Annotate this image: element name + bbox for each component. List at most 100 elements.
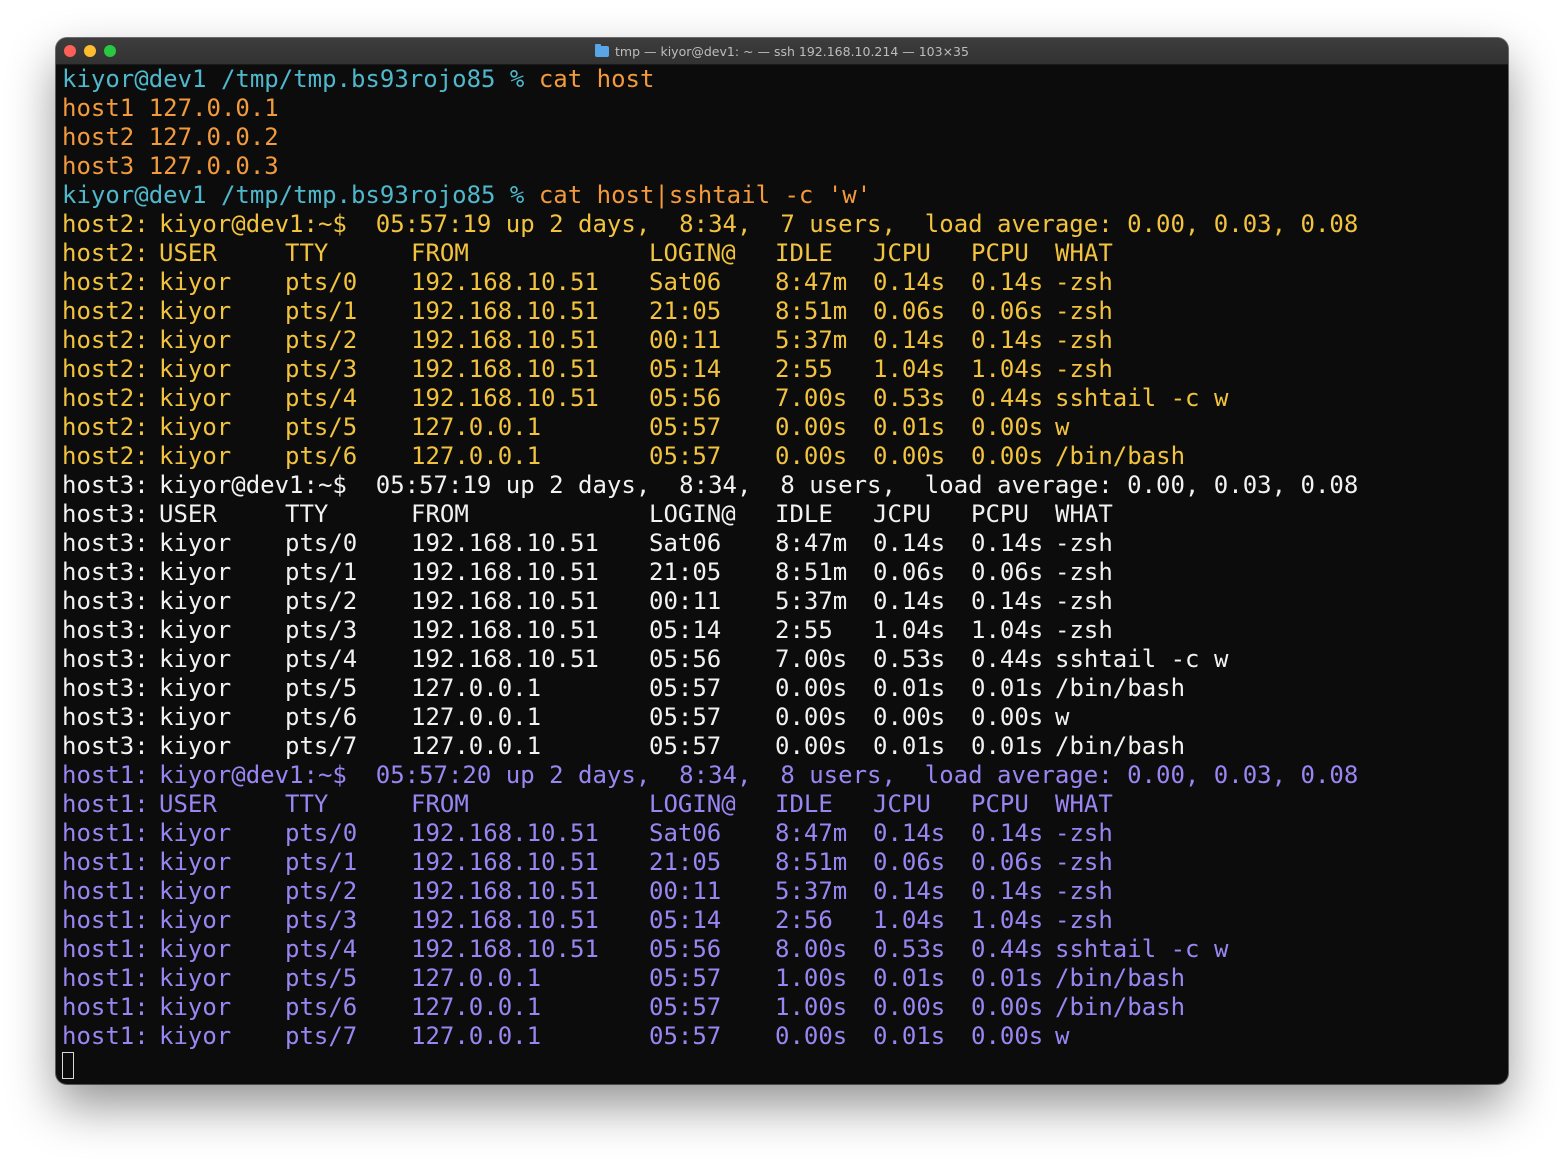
- cell-pcpu: 0.00s: [971, 442, 1044, 470]
- cell-user: kiyor: [159, 587, 232, 615]
- cell-tty: pts/2: [285, 877, 358, 905]
- cell-idle: 0.00s: [775, 1022, 848, 1050]
- cell-from: 192.168.10.51: [411, 819, 599, 847]
- cell-login: 00:11: [649, 587, 722, 615]
- host-prefix: host1:: [62, 964, 149, 992]
- column-header-pcpu: PCPU: [971, 500, 1029, 528]
- host-prefix: host1:: [62, 1022, 149, 1050]
- cell-jcpu: 0.53s: [873, 384, 946, 412]
- cell-idle: 0.00s: [775, 674, 848, 702]
- cell-pcpu: 0.44s: [971, 384, 1044, 412]
- cell-login: 05:56: [649, 935, 722, 963]
- cell-user: kiyor: [159, 993, 232, 1021]
- cell-what: -zsh: [1055, 587, 1113, 615]
- cell-from: 127.0.0.1: [411, 413, 542, 441]
- cell-pcpu: 0.14s: [971, 587, 1044, 615]
- w-session-row: host1: kiyor pts/7 127.0.0.1 05:57 0.00s 0.01s…: [62, 1022, 1502, 1051]
- host-prefix: host1:: [62, 877, 149, 905]
- host-prefix: host3:: [62, 587, 149, 615]
- host-prefix: host2:: [62, 210, 149, 238]
- cell-pcpu: 0.14s: [971, 268, 1044, 296]
- cell-pcpu: 0.01s: [971, 674, 1044, 702]
- cell-jcpu: 0.14s: [873, 877, 946, 905]
- w-uptime-line: host3: kiyor@dev1:~$ 05:57:19 up 2 days, …: [62, 471, 1502, 500]
- column-header-pcpu: PCPU: [971, 239, 1029, 267]
- cell-user: kiyor: [159, 558, 232, 586]
- w-header-line: host1: USER TTY FROM LOGIN@ IDLE JCPU PCPU WHAT: [62, 790, 1502, 819]
- cell-login: 21:05: [649, 558, 722, 586]
- cell-from: 127.0.0.1: [411, 993, 542, 1021]
- command-line: kiyor@dev1 /tmp/tmp.bs93rojo85 % cat hos…: [62, 181, 1502, 210]
- cell-what: /bin/bash: [1055, 964, 1186, 992]
- cell-tty: pts/5: [285, 413, 358, 441]
- column-header-tty: TTY: [285, 500, 329, 528]
- cell-jcpu: 1.04s: [873, 906, 946, 934]
- cell-idle: 7.00s: [775, 645, 848, 673]
- cell-tty: pts/6: [285, 703, 358, 731]
- w-session-row: host2: kiyor pts/3 192.168.10.51 05:14 2:55 1.…: [62, 355, 1502, 384]
- cell-jcpu: 0.00s: [873, 442, 946, 470]
- cell-jcpu: 0.53s: [873, 645, 946, 673]
- host-prefix: host3:: [62, 674, 149, 702]
- column-header-tty: TTY: [285, 790, 329, 818]
- cell-jcpu: 0.06s: [873, 297, 946, 325]
- cell-idle: 1.00s: [775, 993, 848, 1021]
- cell-tty: pts/4: [285, 935, 358, 963]
- cell-tty: pts/3: [285, 355, 358, 383]
- cell-pcpu: 0.01s: [971, 964, 1044, 992]
- w-session-row: host2: kiyor pts/1 192.168.10.51 21:05 8:51m 0…: [62, 297, 1502, 326]
- cell-what: -zsh: [1055, 877, 1113, 905]
- cell-tty: pts/2: [285, 326, 358, 354]
- host-prefix: host2:: [62, 413, 149, 441]
- cell-jcpu: 0.14s: [873, 819, 946, 847]
- cell-jcpu: 0.01s: [873, 732, 946, 760]
- command-text: cat host|sshtail -c 'w': [538, 181, 872, 209]
- cell-tty: pts/1: [285, 558, 358, 586]
- cell-from: 192.168.10.51: [411, 645, 599, 673]
- cell-jcpu: 0.53s: [873, 935, 946, 963]
- cursor-line: [62, 1051, 1502, 1080]
- host-prefix: host1:: [62, 906, 149, 934]
- cell-user: kiyor: [159, 819, 232, 847]
- title-bar[interactable]: tmp — kiyor@dev1: ~ — ssh 192.168.10.214…: [56, 38, 1508, 65]
- host-prefix: host1:: [62, 761, 149, 789]
- cell-from: 192.168.10.51: [411, 848, 599, 876]
- cell-login: 05:57: [649, 674, 722, 702]
- cell-login: 05:57: [649, 442, 722, 470]
- cell-from: 127.0.0.1: [411, 1022, 542, 1050]
- w-session-row: host3: kiyor pts/5 127.0.0.1 05:57 0.00s 0.01s…: [62, 674, 1502, 703]
- cell-from: 192.168.10.51: [411, 906, 599, 934]
- cell-what: sshtail -c w: [1055, 645, 1229, 673]
- command-text: cat host: [538, 65, 655, 93]
- cell-tty: pts/5: [285, 964, 358, 992]
- w-session-row: host2: kiyor pts/4 192.168.10.51 05:56 7.00s 0…: [62, 384, 1502, 413]
- uptime-text: kiyor@dev1:~$ 05:57:19 up 2 days, 8:34, …: [159, 210, 1359, 238]
- cell-what: -zsh: [1055, 558, 1113, 586]
- w-session-row: host3: kiyor pts/0 192.168.10.51 Sat06 8:47m 0…: [62, 529, 1502, 558]
- cell-idle: 8:47m: [775, 268, 848, 296]
- column-header-login: LOGIN@: [649, 790, 736, 818]
- host-prefix: host2:: [62, 268, 149, 296]
- cell-idle: 0.00s: [775, 413, 848, 441]
- sshtail-output: host2: kiyor@dev1:~$ 05:57:19 up 2 days, …: [62, 210, 1502, 1051]
- cell-from: 192.168.10.51: [411, 355, 599, 383]
- terminal-cursor: [62, 1052, 74, 1079]
- cell-idle: 8:51m: [775, 558, 848, 586]
- cell-what: -zsh: [1055, 848, 1113, 876]
- host-prefix: host2:: [62, 442, 149, 470]
- cell-from: 192.168.10.51: [411, 558, 599, 586]
- cell-user: kiyor: [159, 529, 232, 557]
- cell-tty: pts/6: [285, 442, 358, 470]
- cell-tty: pts/4: [285, 384, 358, 412]
- column-header-login: LOGIN@: [649, 239, 736, 267]
- cell-login: Sat06: [649, 529, 722, 557]
- cell-idle: 2:56: [775, 906, 833, 934]
- host-prefix: host3:: [62, 558, 149, 586]
- window-title-container: tmp — kiyor@dev1: ~ — ssh 192.168.10.214…: [56, 38, 1508, 64]
- cell-user: kiyor: [159, 355, 232, 383]
- host-prefix: host3:: [62, 732, 149, 760]
- cell-tty: pts/3: [285, 616, 358, 644]
- terminal-content[interactable]: kiyor@dev1 /tmp/tmp.bs93rojo85 % cat hos…: [62, 65, 1502, 1084]
- cell-user: kiyor: [159, 848, 232, 876]
- cell-what: w: [1055, 1022, 1070, 1050]
